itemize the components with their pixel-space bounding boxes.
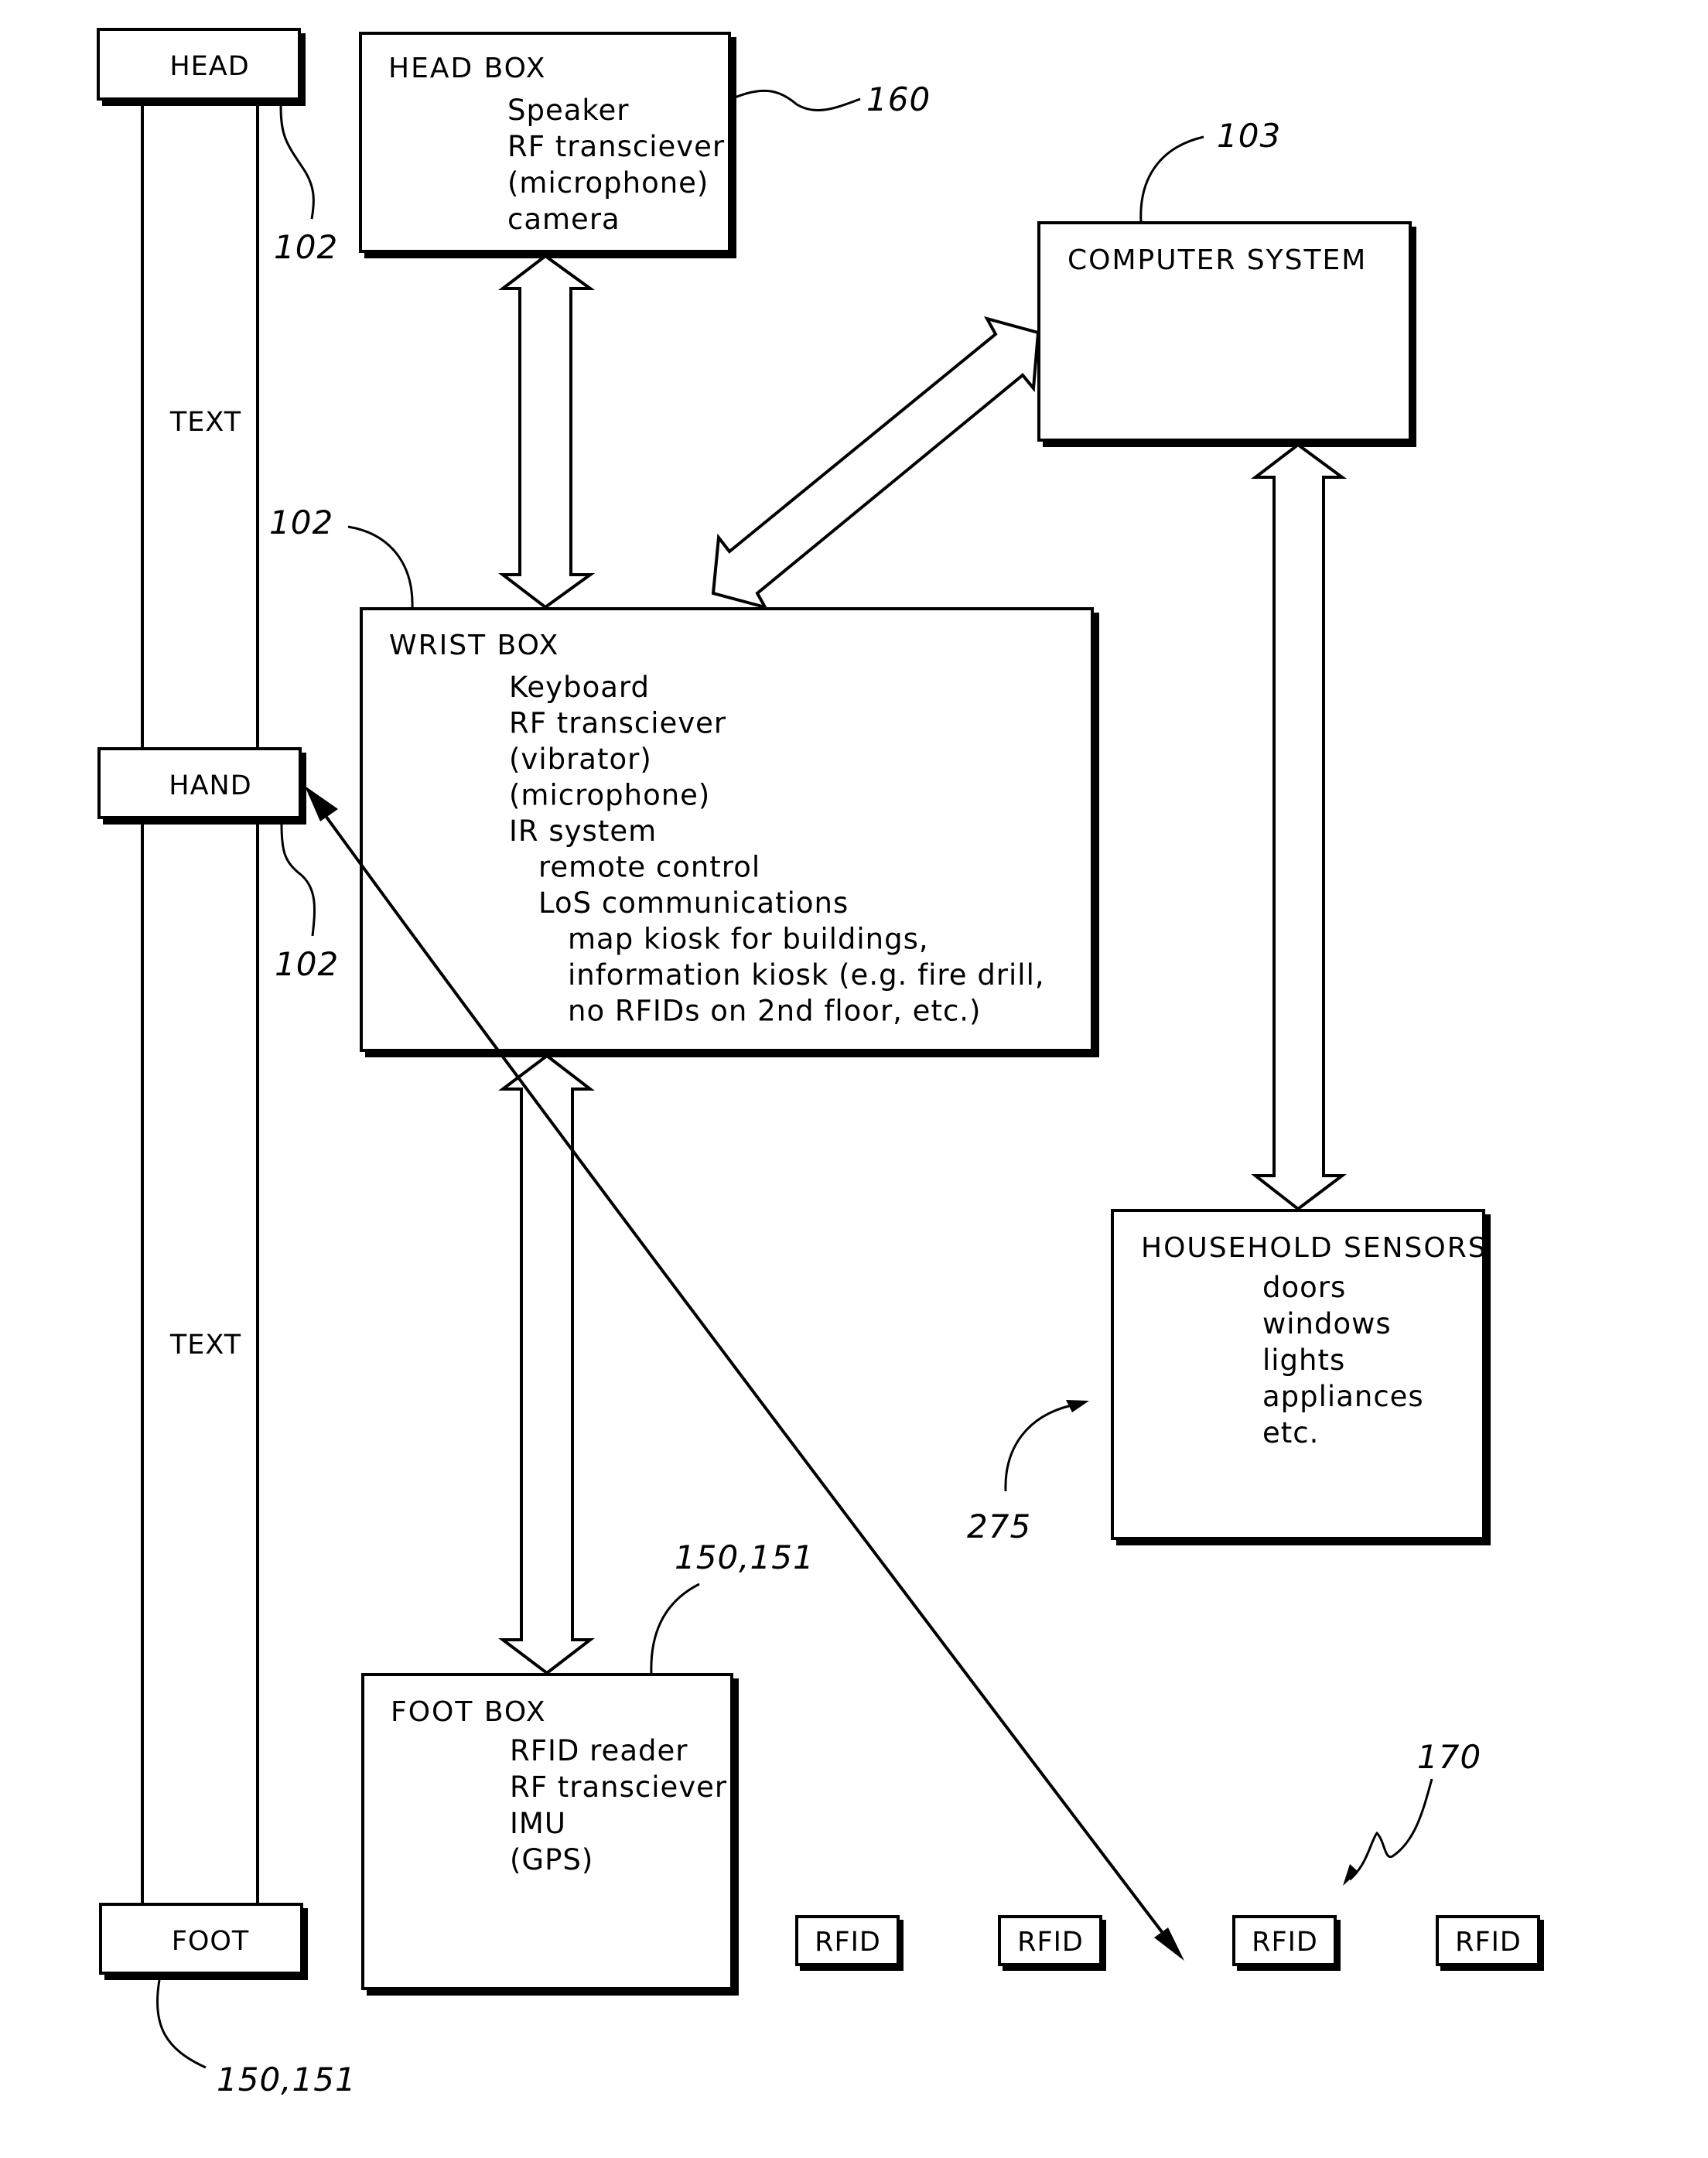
rfid-label: RFID	[815, 1927, 881, 1958]
foot-box: FOOT BOX RFID reader RF transciever IMU …	[361, 1538, 815, 1996]
foot-box-item: IMU	[510, 1807, 566, 1840]
rfid-arrowhead	[1154, 1928, 1184, 1961]
ref-102-head: 102	[274, 228, 338, 266]
head-box: HEAD BOX Speaker RF transciever (microph…	[359, 32, 931, 258]
head-box-title: HEAD BOX	[388, 53, 546, 84]
wrist-box-item: RF transciever	[509, 707, 726, 740]
wrist-box: WRIST BOX KeyboardRF transciever(vibrato…	[269, 504, 1099, 1057]
wrist-box-title: WRIST BOX	[389, 630, 559, 661]
rfid-label: RFID	[1017, 1927, 1084, 1958]
rfid-label: RFID	[1455, 1927, 1522, 1958]
rfid-label: RFID	[1252, 1927, 1318, 1958]
household-sensors-item: appliances	[1262, 1380, 1424, 1413]
callout-150-151-foot	[155, 1979, 207, 2069]
callout-102-head	[279, 105, 315, 220]
callout-103	[1139, 135, 1204, 224]
ref-170: 170	[1417, 1738, 1481, 1776]
wrist-box-item: no RFIDs on 2nd floor, etc.)	[568, 995, 982, 1028]
hand-label: HAND	[169, 770, 251, 801]
rfid-tag: RFID	[1232, 1915, 1341, 1971]
arrow-computer-to-household	[1251, 442, 1348, 1211]
foot-label-box: FOOT	[99, 1903, 308, 1980]
ref-103: 103	[1217, 117, 1281, 155]
arrow-wrist-box-to-computer	[711, 316, 1040, 610]
head-label-box: HEAD	[97, 28, 306, 106]
wrist-box-item: (vibrator)	[509, 743, 652, 776]
household-sensors-box: HOUSEHOLD SENSORS doors windows lights a…	[967, 1209, 1491, 1545]
head-box-item: (microphone)	[507, 166, 709, 200]
callout-170	[1349, 1778, 1433, 1881]
wrist-box-item: Keyboard	[509, 671, 650, 704]
callout-102-wrist	[347, 525, 414, 609]
ref-150-151-footbox: 150,151	[675, 1538, 815, 1576]
household-sensors-item: windows	[1262, 1307, 1392, 1340]
wrist-box-item: remote control	[538, 851, 760, 884]
rfid-tag: RFID	[998, 1915, 1106, 1971]
ref-102-hand: 102	[275, 945, 339, 983]
household-sensors-item: doors	[1262, 1271, 1346, 1304]
rfid-tag: RFID	[1436, 1915, 1544, 1971]
foot-box-item: RFID reader	[510, 1734, 688, 1767]
computer-system-title: COMPUTER SYSTEM	[1068, 244, 1367, 276]
head-box-item: Speaker	[507, 94, 630, 127]
computer-system-box: COMPUTER SYSTEM 103	[1037, 117, 1416, 447]
callout-275	[1004, 1404, 1072, 1492]
wrist-box-item: (microphone)	[509, 779, 710, 812]
household-sensors-title: HOUSEHOLD SENSORS	[1141, 1232, 1488, 1264]
callout-150-151-footbox	[650, 1583, 700, 1675]
hand-label-box: HAND	[97, 747, 306, 825]
callout-275-arrowhead	[1066, 1400, 1089, 1412]
callout-160	[734, 89, 861, 111]
wrist-box-item: map kiosk for buildings,	[568, 923, 929, 956]
arrow-wrist-box-to-foot-box	[498, 1053, 595, 1675]
household-sensors-item: etc.	[1262, 1416, 1319, 1449]
head-box-item: camera	[507, 203, 620, 236]
foot-label: FOOT	[172, 1926, 250, 1957]
ref-275: 275	[967, 1508, 1031, 1545]
patent-diagram: HEAD TEXT HAND TEXT FOOT 102 102 150,151…	[97, 28, 1544, 2098]
foot-box-item: (GPS)	[510, 1843, 593, 1876]
ref-150-151-foot: 150,151	[217, 2061, 357, 2098]
foot-box-item: RF transciever	[510, 1770, 727, 1804]
hand-arrowhead	[305, 786, 338, 821]
wrist-box-item: information kiosk (e.g. fire drill,	[568, 958, 1045, 992]
callout-102-hand	[280, 824, 316, 937]
wrist-box-item: LoS communications	[538, 886, 849, 920]
wrist-box-item: IR system	[509, 814, 657, 848]
household-sensors-item: lights	[1262, 1344, 1345, 1377]
foot-box-title: FOOT BOX	[391, 1696, 547, 1728]
head-box-item: RF transciever	[507, 130, 725, 163]
body-strip: HEAD TEXT HAND TEXT FOOT 102 102 150,151	[97, 28, 357, 2098]
head-label: HEAD	[169, 51, 249, 82]
arrow-head-box-to-wrist-box	[498, 254, 596, 609]
rfid-tag: RFID	[795, 1915, 904, 1971]
strip-text-lower: TEXT	[169, 1330, 241, 1361]
ref-102-wrist: 102	[269, 504, 333, 541]
strip-text-upper: TEXT	[169, 407, 241, 438]
ref-160: 160	[866, 80, 931, 118]
